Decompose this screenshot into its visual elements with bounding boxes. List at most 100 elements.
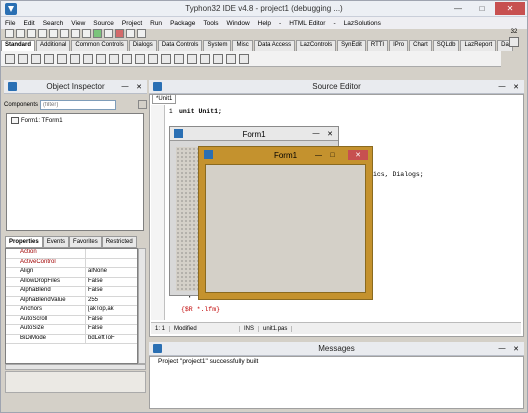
groupbox-component-icon[interactable] [174,53,184,64]
property-value[interactable]: alNone [86,268,107,277]
property-value[interactable]: 255 [86,297,98,306]
property-value[interactable] [86,249,88,258]
palette-tab-synedit[interactable]: SynEdit [337,40,366,51]
editor-tab-unit1[interactable]: *Unit1 [152,94,177,104]
property-row[interactable]: ActiveControl [6,258,137,268]
property-row[interactable]: Anchors [akTop,ak [6,306,137,316]
property-grid-horizontal-scrollbar[interactable] [5,364,146,370]
tab-favorites[interactable]: Favorites [69,236,102,248]
components-filter-input[interactable] [40,99,117,110]
step-into-icon[interactable] [126,29,135,38]
open-file-icon[interactable] [16,29,25,38]
palette-tab-data-access[interactable]: Data Access [253,40,296,51]
palette-tab-dialogs[interactable]: Dialogs [128,40,157,51]
property-row[interactable]: AutoScroll False [6,315,137,325]
property-grid-vertical-scrollbar[interactable] [138,248,146,364]
build-message[interactable]: Project "project1" successfully built [158,358,258,365]
property-row[interactable]: BiDiMode bdLeftToF [6,334,137,344]
running-form-minimize-button[interactable]: — [313,150,324,160]
property-value[interactable]: False [86,278,103,287]
menu-tools[interactable]: Tools [199,20,222,27]
palette-tab-sqldb[interactable]: SQLdb [432,40,460,51]
stop-icon[interactable] [115,29,124,38]
toggle-form-icon[interactable] [60,29,69,38]
menu-file[interactable]: File [1,20,19,27]
pause-icon[interactable] [104,29,113,38]
palette-tab-ipro[interactable]: IPro [389,40,409,51]
tab-events[interactable]: Events [42,236,70,248]
save-all-icon[interactable] [38,29,47,38]
property-value[interactable]: [akTop,ak [86,306,114,315]
running-form-client-area[interactable] [205,164,366,293]
radiogroup-component-icon[interactable] [187,53,197,64]
filter-options-icon[interactable] [138,100,147,109]
messages-minimize-button[interactable]: — [496,343,508,354]
palette-tab-additional[interactable]: Additional [36,40,71,51]
menu-html-editor[interactable]: HTML Editor [285,20,329,27]
property-value[interactable]: False [86,325,103,334]
palette-tab-common-controls[interactable]: Common Controls [71,40,128,51]
palette-tab-rtti[interactable]: RTTI [366,40,389,51]
palette-tab-system[interactable]: System [203,40,232,51]
property-value[interactable]: bdLeftToF [86,335,115,344]
running-form-maximize-button[interactable]: □ [327,150,338,160]
step-over-icon[interactable] [137,29,146,38]
palette-tab-misc[interactable]: Misc [232,40,253,51]
editor-minimize-button[interactable]: — [496,81,508,92]
save-icon[interactable] [27,29,36,38]
close-button[interactable]: ✕ [495,2,525,15]
listbox-component-icon[interactable] [135,53,145,64]
menu-run[interactable]: Run [146,20,166,27]
menu-lazsolutions[interactable]: LazSolutions [340,20,385,27]
menu-search[interactable]: Search [39,20,68,27]
messages-close-button[interactable]: ✕ [510,343,522,354]
property-value[interactable] [86,259,88,268]
togglebox-component-icon[interactable] [96,53,106,64]
edit-component-icon[interactable] [70,53,80,64]
panel-component-icon[interactable] [213,53,223,64]
form-designer-titlebar[interactable]: Form1 — ✕ [170,127,338,141]
property-row[interactable]: AutoSize False [6,325,137,335]
property-row[interactable]: Action [6,249,137,259]
palette-tab-lazcontrols[interactable]: LazControls [296,40,337,51]
tree-item-form1[interactable]: Form1: TForm1 [11,117,63,124]
running-form-window[interactable]: Form1 — □ ✕ [198,146,373,300]
new-file-icon[interactable] [5,29,14,38]
menu-package[interactable]: Package [166,20,199,27]
popup-menu-component-icon[interactable] [31,53,41,64]
oi-close-button[interactable]: ✕ [133,81,145,92]
property-value[interactable]: False [86,316,103,325]
label-component-icon[interactable] [57,53,67,64]
running-form-close-button[interactable]: ✕ [348,150,368,160]
button-component-icon[interactable] [44,53,54,64]
tab-properties[interactable]: Properties [5,236,43,248]
menu-view[interactable]: View [67,20,89,27]
screen-settings-icon[interactable] [509,37,519,47]
checkbox-component-icon[interactable] [109,53,119,64]
palette-tab-chart[interactable]: Chart [409,40,432,51]
scrollbar-component-icon[interactable] [161,53,171,64]
actionlist-component-icon[interactable] [239,53,249,64]
property-row[interactable]: AlphaBlendValue 255 [6,296,137,306]
combobox-component-icon[interactable] [148,53,158,64]
menu-edit[interactable]: Edit [19,20,38,27]
menu-source[interactable]: Source [89,20,118,27]
maximize-button[interactable]: □ [471,2,493,15]
form-designer-minimize-button[interactable]: — [310,128,322,139]
property-row[interactable]: AllowDropFiles False [6,277,137,287]
palette-tab-lazreport[interactable]: LazReport [460,40,497,51]
palette-tab-standard[interactable]: Standard [1,40,36,51]
menu-project[interactable]: Project [118,20,146,27]
pointer-tool-icon[interactable] [5,53,15,64]
checkgroup-component-icon[interactable] [200,53,210,64]
property-row[interactable]: Align alNone [6,268,137,278]
running-form-titlebar[interactable]: Form1 — □ ✕ [199,147,372,163]
new-form-icon[interactable] [49,29,58,38]
radiobutton-component-icon[interactable] [122,53,132,64]
view-forms-icon[interactable] [82,29,91,38]
tab-restricted[interactable]: Restricted [101,236,137,248]
memo-component-icon[interactable] [83,53,93,64]
property-value[interactable]: False [86,287,103,296]
editor-close-button[interactable]: ✕ [510,81,522,92]
property-row[interactable]: AlphaBlend False [6,287,137,297]
